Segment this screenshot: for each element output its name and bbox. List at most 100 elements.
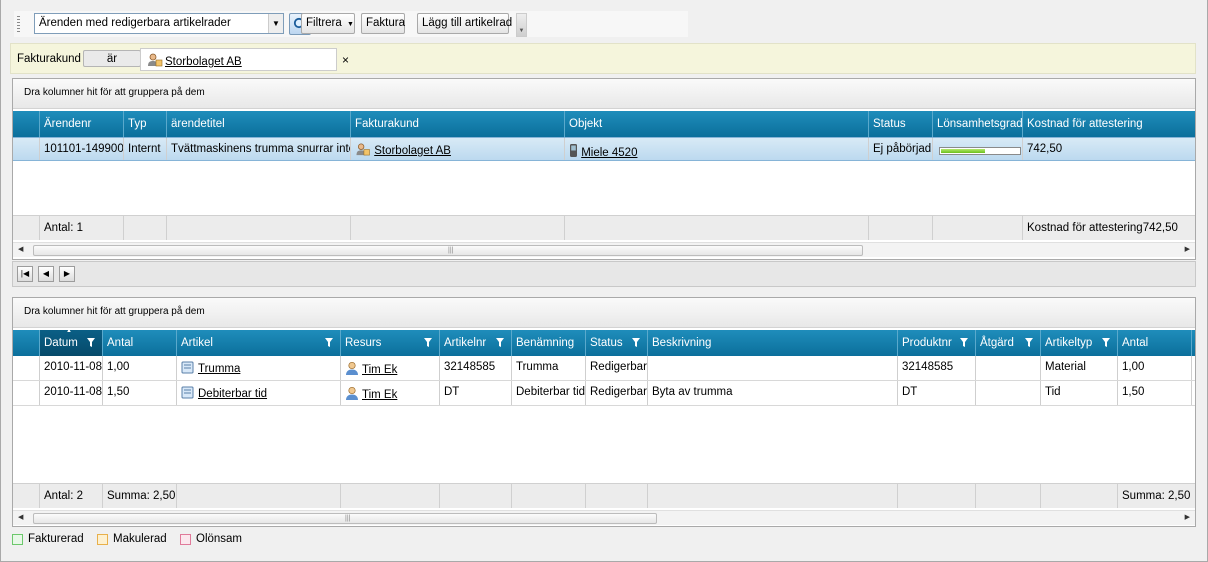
filter-value[interactable]: Storbolaget AB: [140, 48, 337, 71]
row-selector[interactable]: [13, 138, 39, 160]
filter-icon[interactable]: [1025, 338, 1033, 347]
article-link[interactable]: Trumma: [198, 363, 240, 375]
row-selector[interactable]: [13, 381, 39, 405]
column-header-article[interactable]: Artikel: [176, 330, 340, 356]
article-cell: Trumma: [176, 356, 340, 380]
horizontal-scrollbar[interactable]: ◀ ||| ▶: [13, 510, 1195, 525]
object-cell: Miele 4520: [564, 138, 868, 160]
footer-cell: [564, 216, 868, 240]
type-cell: Internt: [123, 138, 166, 160]
description-cell: Byta av trumma: [647, 381, 897, 405]
status-cell: Redigerbar: [585, 381, 647, 405]
legend-label: Fakturerad: [28, 533, 84, 545]
scroll-right-icon[interactable]: ▶: [1185, 245, 1190, 253]
scroll-left-icon[interactable]: ◀: [18, 245, 23, 253]
legend-item-voided: Makulerad: [97, 533, 167, 545]
legend-label: Olönsam: [196, 533, 243, 545]
column-header-customer[interactable]: Fakturakund: [350, 111, 564, 137]
group-by-area[interactable]: Dra kolumner hit för att gruppera på dem: [13, 298, 1195, 328]
column-header-description[interactable]: Beskrivning: [647, 330, 897, 356]
cases-grid: Dra kolumner hit för att gruppera på dem…: [12, 78, 1196, 260]
column-header-article-no[interactable]: Artikelnr: [439, 330, 511, 356]
horizontal-scrollbar[interactable]: ◀ ||| ▶: [13, 242, 1195, 257]
title-cell: Tvättmaskinens trumma snurrar inte: [166, 138, 350, 160]
column-header-action[interactable]: Åtgärd: [975, 330, 1040, 356]
first-record-icon[interactable]: |◀: [17, 266, 33, 282]
column-header-resource[interactable]: Resurs: [340, 330, 439, 356]
filter-icon[interactable]: [960, 338, 968, 347]
column-header-status[interactable]: Status: [585, 330, 647, 356]
column-header-title[interactable]: ärendetitel: [166, 111, 350, 137]
column-header-qty-2[interactable]: Antal: [1117, 330, 1191, 356]
column-header-cost[interactable]: Kostnad för attestering: [1022, 111, 1195, 137]
qty-cell: 1,50: [102, 381, 176, 405]
article-icon: [181, 361, 194, 374]
invoice-button[interactable]: Faktura: [361, 13, 405, 34]
previous-record-icon[interactable]: ◀: [38, 266, 54, 282]
qty-summary: Summa: 2,50: [102, 484, 176, 508]
name-cell: Trumma: [511, 356, 585, 380]
filter-field-label: Fakturakund: [17, 53, 81, 65]
article-grid-header: Datum ▲ Antal Artikel Resurs Artikelnr B…: [13, 330, 1195, 356]
legend-item-unprofitable: Olönsam: [180, 533, 242, 545]
column-header-date[interactable]: Datum ▲: [39, 330, 102, 356]
scroll-left-icon[interactable]: ◀: [18, 513, 23, 521]
scrollbar-thumb[interactable]: |||: [33, 513, 657, 524]
table-row[interactable]: 101101-149900 Internt Tvättmaskinens tru…: [13, 137, 1195, 161]
filter-icon[interactable]: [325, 338, 333, 347]
table-row[interactable]: 2010-11-08 1,50 Debiterbar tid Tim Ek DT Debi…: [13, 381, 1195, 406]
column-header-qty[interactable]: Antal: [102, 330, 176, 356]
toolbar-grip[interactable]: [17, 16, 20, 32]
toolbar-overflow-icon[interactable]: ▼: [516, 13, 527, 37]
column-header-type[interactable]: Typ: [123, 111, 166, 137]
column-header-case-no[interactable]: Ärendenr: [39, 111, 123, 137]
close-icon[interactable]: ×: [342, 53, 349, 67]
legend-swatch: [12, 533, 23, 545]
footer-selector: [13, 484, 39, 508]
description-cell: [647, 356, 897, 380]
filter-operator-label: är: [106, 53, 118, 65]
filter-icon[interactable]: [424, 338, 432, 347]
resource-link[interactable]: Tim Ek: [362, 389, 397, 401]
next-record-icon[interactable]: ▶: [59, 266, 75, 282]
table-row[interactable]: 2010-11-08 1,00 Trumma Tim Ek 32148585 Trumma…: [13, 356, 1195, 381]
row-count: Antal: 1: [39, 216, 123, 240]
column-header-status[interactable]: Status: [868, 111, 932, 137]
cost-cell: 742,50: [1022, 138, 1195, 160]
overflow-cell: [1191, 356, 1196, 380]
object-link[interactable]: Miele 4520: [581, 147, 637, 159]
article-rows-grid: Dra kolumner hit för att gruppera på dem…: [12, 297, 1196, 527]
profitability-cell: [932, 138, 1022, 160]
article-icon: [181, 386, 194, 399]
action-cell: [975, 356, 1040, 380]
article-type-cell: Tid: [1040, 381, 1117, 405]
column-header-name[interactable]: Benämning: [511, 330, 585, 356]
filter-icon[interactable]: [632, 338, 640, 347]
column-header-article-type[interactable]: Artikeltyp: [1040, 330, 1117, 356]
column-header-object[interactable]: Objekt: [564, 111, 868, 137]
filter-icon[interactable]: [87, 338, 95, 347]
scroll-right-icon[interactable]: ▶: [1185, 513, 1190, 521]
add-article-row-button[interactable]: Lägg till artikelrad: [417, 13, 512, 34]
column-header-product-no[interactable]: Produktnr: [897, 330, 975, 356]
filter-operator[interactable]: är: [83, 50, 141, 67]
customer-link[interactable]: Storbolaget AB: [374, 145, 451, 157]
column-header-label: Artikeltyp: [1045, 337, 1093, 349]
filter-icon[interactable]: [1102, 338, 1110, 347]
legend-item-invoiced: Fakturerad: [12, 533, 84, 545]
column-header-profitability[interactable]: Lönsamhetsgrad: [932, 111, 1022, 137]
legend-swatch: [97, 533, 108, 545]
chevron-down-icon[interactable]: ▼: [268, 14, 283, 33]
filter-button[interactable]: Filtrera ▼: [301, 13, 355, 34]
view-select[interactable]: Ärenden med redigerbara artikelrader ▼: [34, 13, 284, 34]
row-selector[interactable]: [13, 356, 39, 380]
invoice-button-label: Faktura: [366, 17, 405, 29]
filter-icon[interactable]: [496, 338, 504, 347]
product-no-cell: DT: [897, 381, 975, 405]
group-by-area[interactable]: Dra kolumner hit för att gruppera på dem: [13, 79, 1195, 109]
scrollbar-thumb[interactable]: |||: [33, 245, 863, 256]
resource-link[interactable]: Tim Ek: [362, 364, 397, 376]
article-link[interactable]: Debiterbar tid: [198, 388, 267, 400]
status-cell: Redigerbar: [585, 356, 647, 380]
profitability-bar: [939, 147, 1021, 155]
